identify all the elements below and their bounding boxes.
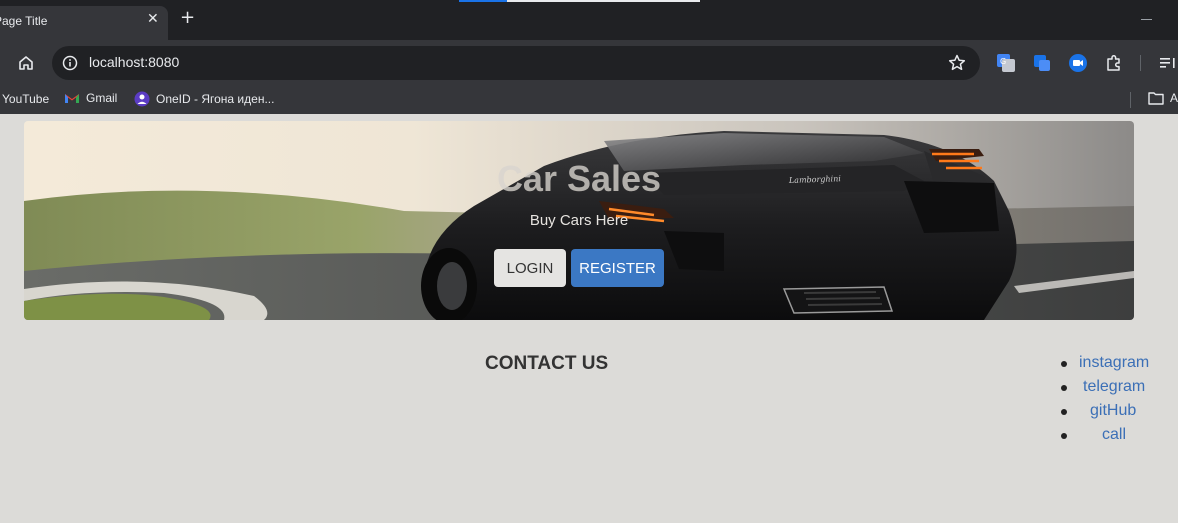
reading-list-icon[interactable] xyxy=(1158,53,1178,73)
site-info-icon[interactable] xyxy=(61,54,79,72)
tab-strip: Page Title ✕ + xyxy=(0,0,1178,40)
url-text[interactable]: localhost:8080 xyxy=(89,54,179,70)
hero-title: Car Sales xyxy=(496,158,662,199)
call-link[interactable]: call xyxy=(1102,426,1126,444)
contact-heading: CONTACT US xyxy=(485,353,609,374)
hero-banner: Lamborghini Car Sales Buy Cars Here LOGI… xyxy=(24,121,1134,320)
bookmark-folder[interactable]: A xyxy=(1148,91,1178,105)
toolbar-divider xyxy=(1140,55,1141,71)
bookmark-oneid-label: OneID - Ягона иден... xyxy=(156,92,275,106)
folder-icon xyxy=(1148,92,1164,105)
bullet xyxy=(1061,433,1067,439)
active-tab[interactable]: Page Title ✕ xyxy=(0,6,168,40)
home-icon[interactable] xyxy=(16,53,36,73)
bullet xyxy=(1061,385,1067,391)
tab-title: Page Title xyxy=(0,14,48,28)
extensions-puzzle-icon[interactable] xyxy=(1104,53,1124,73)
github-link[interactable]: gitHub xyxy=(1090,402,1136,420)
login-button[interactable]: LOGIN xyxy=(494,249,566,287)
bullet xyxy=(1061,409,1067,415)
instagram-link[interactable]: instagram xyxy=(1079,354,1149,372)
bookmark-gmail[interactable]: Gmail xyxy=(64,91,117,105)
bookmark-gmail-label: Gmail xyxy=(86,91,118,105)
minimize-icon[interactable] xyxy=(1141,19,1152,20)
hero-subtitle: Buy Cars Here xyxy=(529,212,629,229)
tab-indicator xyxy=(507,0,700,2)
bookmarks-divider xyxy=(1130,92,1131,108)
bookmark-folder-label: A xyxy=(1170,91,1178,105)
bookmark-oneid[interactable]: OneID - Ягона иден... xyxy=(134,91,274,107)
translate-extension-icon[interactable]: G xyxy=(996,53,1016,73)
gmail-icon xyxy=(65,94,79,103)
telegram-link[interactable]: telegram xyxy=(1083,378,1145,396)
video-call-extension-icon[interactable] xyxy=(1068,53,1088,73)
tab-close-icon[interactable]: ✕ xyxy=(147,12,159,26)
new-tab-icon[interactable]: + xyxy=(180,9,195,27)
bullet xyxy=(1061,361,1067,367)
register-button[interactable]: REGISTER xyxy=(571,249,664,287)
address-bar[interactable]: localhost:8080 xyxy=(52,46,980,80)
tab-progress-indicator xyxy=(459,0,507,2)
page-top xyxy=(0,114,1178,120)
browser-toolbar: localhost:8080 G xyxy=(0,40,1178,86)
svg-text:G: G xyxy=(1000,57,1006,66)
bookmark-youtube[interactable]: YouTube xyxy=(2,92,49,106)
bookmarks-bar: YouTube Gmail OneID - Ягона иден... A xyxy=(0,86,1178,114)
oneid-icon xyxy=(134,91,150,107)
bookmark-star-icon[interactable] xyxy=(947,53,967,73)
translator-extension-icon[interactable] xyxy=(1032,53,1052,73)
